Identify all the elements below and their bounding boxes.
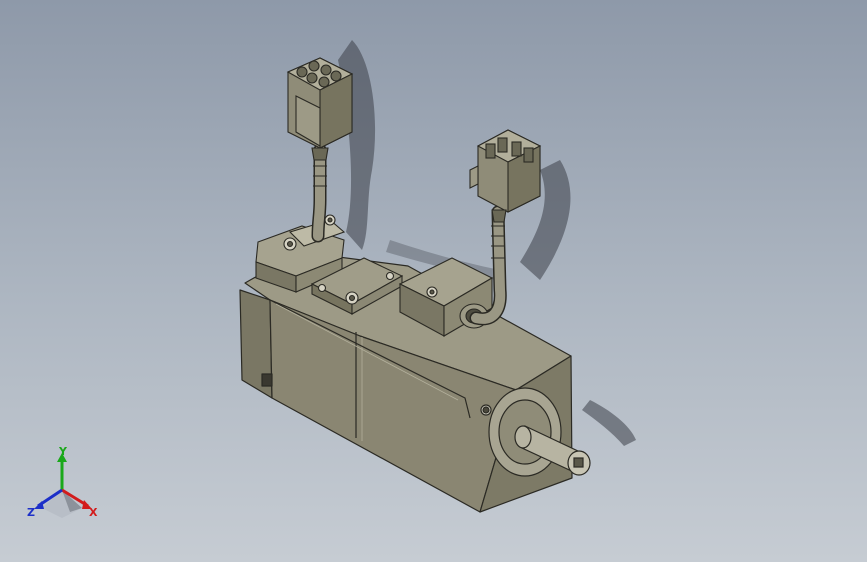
cad-viewport[interactable]: Y X Z <box>0 0 867 562</box>
servo-motor-model[interactable] <box>0 0 867 562</box>
power-connector[interactable] <box>469 129 542 223</box>
orientation-triad[interactable]: Y X Z <box>22 446 108 526</box>
motor-shaft <box>488 387 591 477</box>
x-axis-label: X <box>89 506 98 519</box>
encoder-connector[interactable] <box>286 57 354 161</box>
z-axis-label: Z <box>27 506 35 519</box>
y-axis-label: Y <box>59 445 67 458</box>
